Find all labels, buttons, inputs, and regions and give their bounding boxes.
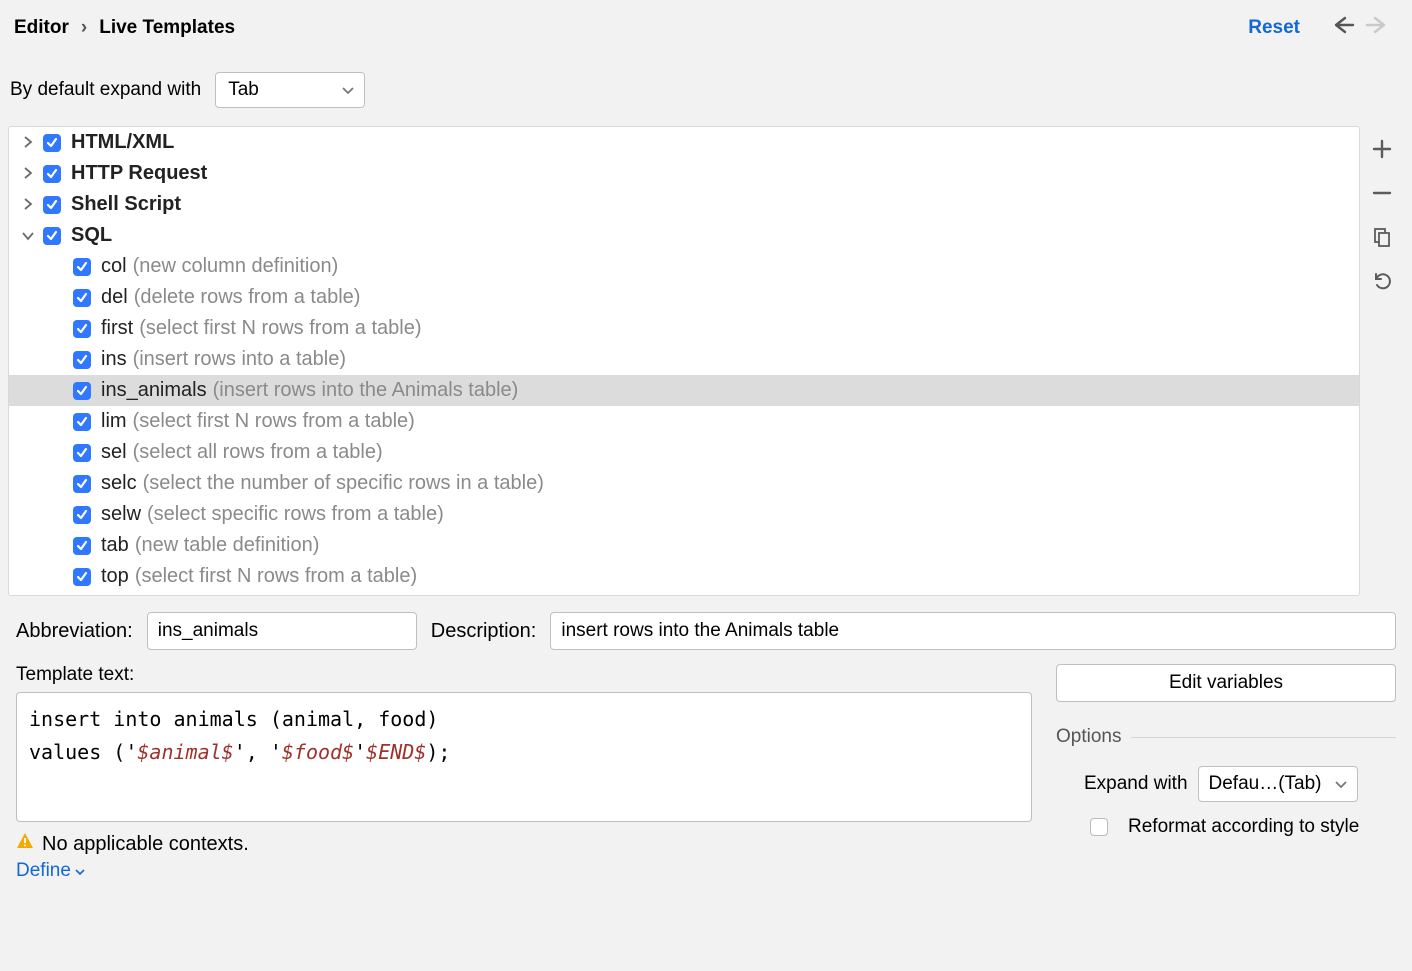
tree-item-abbr: ins xyxy=(101,348,127,371)
tree-item-abbr: col xyxy=(101,255,127,278)
tree-item[interactable]: ins_animals (insert rows into the Animal… xyxy=(9,375,1359,406)
checkbox[interactable] xyxy=(43,227,61,245)
tree-item[interactable]: tab (new table definition) xyxy=(9,530,1359,561)
divider xyxy=(1131,737,1396,738)
tree-item[interactable]: del (delete rows from a table) xyxy=(9,282,1359,313)
tree-item-desc: (insert rows into the Animals table) xyxy=(213,379,519,402)
checkbox[interactable] xyxy=(73,537,91,555)
reset-link[interactable]: Reset xyxy=(1248,17,1300,39)
forward-arrow-icon xyxy=(1360,14,1394,42)
breadcrumb-live-templates[interactable]: Live Templates xyxy=(99,17,235,39)
tree-group-label: Shell Script xyxy=(71,193,181,216)
checkbox[interactable] xyxy=(73,444,91,462)
edit-variables-button[interactable]: Edit variables xyxy=(1056,664,1396,702)
chevron-right-icon[interactable] xyxy=(19,162,37,185)
tree-item-abbr: first xyxy=(101,317,133,340)
tree-item-desc: (select specific rows from a table) xyxy=(147,503,444,526)
checkbox[interactable] xyxy=(43,196,61,214)
define-context-link[interactable]: Define xyxy=(16,860,85,882)
tree-group[interactable]: Shell Script xyxy=(9,189,1359,220)
expand-with-label: Expand with xyxy=(1084,773,1188,795)
default-expand-select[interactable]: Tab xyxy=(215,72,365,108)
tree-item-abbr: top xyxy=(101,565,129,588)
template-tree[interactable]: HTML/XML HTTP Request Shell Script SQL col (… xyxy=(8,126,1360,596)
tree-item[interactable]: top (select first N rows from a table) xyxy=(9,561,1359,592)
tree-item-abbr: ins_animals xyxy=(101,379,207,402)
breadcrumb-editor[interactable]: Editor xyxy=(14,17,69,39)
options-label: Options xyxy=(1056,726,1121,748)
chevron-right-icon[interactable] xyxy=(19,193,37,216)
tree-item-desc: (new column definition) xyxy=(133,255,339,278)
expand-with-value: Defau…(Tab) xyxy=(1209,773,1322,795)
checkbox[interactable] xyxy=(73,320,91,338)
tree-group[interactable]: HTTP Request xyxy=(9,158,1359,189)
expand-with-select[interactable]: Defau…(Tab) xyxy=(1198,766,1358,802)
tree-item[interactable]: ins (insert rows into a table) xyxy=(9,344,1359,375)
tree-item-desc: (select the number of specific rows in a… xyxy=(143,472,544,495)
tree-item-desc: (insert rows into a table) xyxy=(133,348,346,371)
tree-item-abbr: selw xyxy=(101,503,141,526)
tree-group-label: HTTP Request xyxy=(71,162,207,185)
checkbox[interactable] xyxy=(73,289,91,307)
abbreviation-label: Abbreviation: xyxy=(16,620,133,643)
tree-item[interactable]: sel (select all rows from a table) xyxy=(9,437,1359,468)
chevron-right-icon[interactable] xyxy=(19,131,37,154)
back-arrow-icon[interactable] xyxy=(1326,14,1360,42)
copy-icon[interactable] xyxy=(1367,222,1397,252)
tree-item-desc: (new table definition) xyxy=(135,534,320,557)
tree-item-desc: (select first N rows from a table) xyxy=(133,410,415,433)
add-icon[interactable] xyxy=(1367,134,1397,164)
template-text-label: Template text: xyxy=(16,664,1032,686)
checkbox[interactable] xyxy=(73,506,91,524)
tree-item-desc: (delete rows from a table) xyxy=(134,286,361,309)
tree-item[interactable]: selc (select the number of specific rows… xyxy=(9,468,1359,499)
tree-item-abbr: selc xyxy=(101,472,137,495)
checkbox[interactable] xyxy=(73,475,91,493)
tree-item-abbr: lim xyxy=(101,410,127,433)
tree-item-desc: (select first N rows from a table) xyxy=(139,317,421,340)
checkbox[interactable] xyxy=(73,382,91,400)
tree-group[interactable]: SQL xyxy=(9,220,1359,251)
checkbox[interactable] xyxy=(43,134,61,152)
reformat-label: Reformat according to style xyxy=(1128,816,1359,838)
warning-icon xyxy=(16,832,34,856)
tree-item[interactable]: selw (select specific rows from a table) xyxy=(9,499,1359,530)
template-text-editor[interactable]: insert into animals (animal, food) value… xyxy=(16,692,1032,822)
tree-item-desc: (select first N rows from a table) xyxy=(135,565,417,588)
reformat-checkbox[interactable] xyxy=(1090,818,1108,836)
default-expand-label: By default expand with xyxy=(10,79,201,101)
default-expand-value: Tab xyxy=(228,79,259,101)
remove-icon[interactable] xyxy=(1367,178,1397,208)
checkbox[interactable] xyxy=(73,568,91,586)
no-applicable-contexts-text: No applicable contexts. xyxy=(42,833,249,856)
revert-icon[interactable] xyxy=(1367,266,1397,296)
tree-item-desc: (select all rows from a table) xyxy=(133,441,383,464)
tree-group-label: HTML/XML xyxy=(71,131,174,154)
tree-item-abbr: tab xyxy=(101,534,129,557)
chevron-down-icon[interactable] xyxy=(19,224,37,247)
tree-item-abbr: sel xyxy=(101,441,127,464)
chevron-right-icon: › xyxy=(81,17,87,39)
tree-item[interactable]: col (new column definition) xyxy=(9,251,1359,282)
tree-item[interactable]: first (select first N rows from a table) xyxy=(9,313,1359,344)
chevron-down-icon xyxy=(75,863,85,879)
checkbox[interactable] xyxy=(73,258,91,276)
tree-item[interactable]: lim (select first N rows from a table) xyxy=(9,406,1359,437)
tree-item-abbr: del xyxy=(101,286,128,309)
define-label: Define xyxy=(16,860,71,882)
tree-group[interactable]: HTML/XML xyxy=(9,127,1359,158)
checkbox[interactable] xyxy=(73,351,91,369)
chevron-down-icon xyxy=(1335,773,1347,795)
description-input[interactable] xyxy=(550,612,1396,650)
description-label: Description: xyxy=(431,620,537,643)
tree-group-label: SQL xyxy=(71,224,112,247)
abbreviation-input[interactable] xyxy=(147,612,417,650)
checkbox[interactable] xyxy=(43,165,61,183)
chevron-down-icon xyxy=(342,79,354,101)
checkbox[interactable] xyxy=(73,413,91,431)
